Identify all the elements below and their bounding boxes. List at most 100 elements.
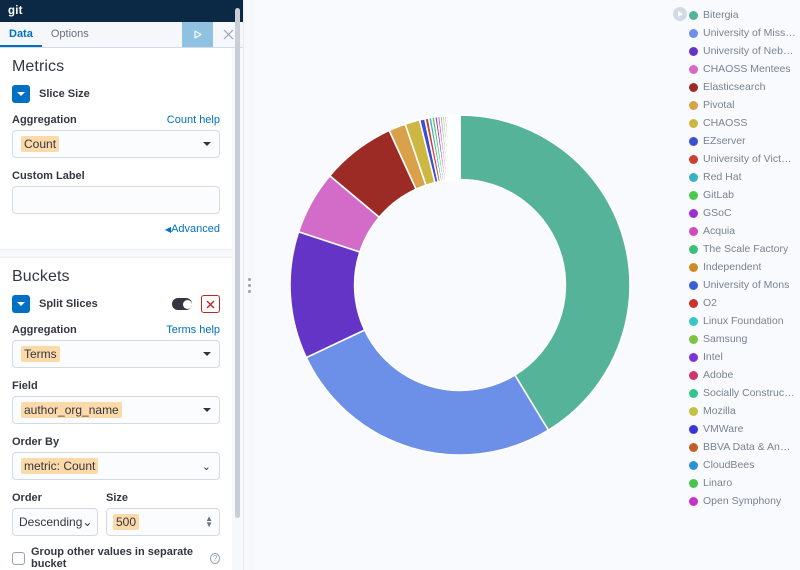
legend-item[interactable]: CloudBees xyxy=(689,456,796,474)
help-circle-icon[interactable]: ? xyxy=(210,552,220,564)
legend-item-label: CHAOSS xyxy=(703,117,748,129)
metrics-aggregation-value: Count xyxy=(21,136,60,152)
legend-item[interactable]: CHAOSS Mentees xyxy=(689,60,796,78)
buckets-order-label: Order xyxy=(12,492,42,504)
buckets-card: Buckets Split Slices Aggregation Terms h… xyxy=(0,257,232,570)
legend-item[interactable]: Open Symphony xyxy=(689,492,796,510)
caret-down-icon xyxy=(203,352,211,356)
legend-color-swatch xyxy=(689,460,698,470)
editor-scrollbar[interactable] xyxy=(235,8,240,518)
buckets-remove-button[interactable] xyxy=(201,295,220,313)
count-help-link[interactable]: Count help xyxy=(167,114,220,126)
apply-changes-button[interactable] xyxy=(182,22,213,47)
legend-item[interactable]: Pivotal xyxy=(689,96,796,114)
legend-item-label: CloudBees xyxy=(703,459,755,471)
buckets-size-label: Size xyxy=(106,492,129,504)
legend-color-swatch xyxy=(689,352,698,362)
metrics-custom-label-input[interactable] xyxy=(12,186,220,214)
buckets-order-label-row: Order xyxy=(12,492,98,504)
legend-item[interactable]: The Scale Factory xyxy=(689,240,796,258)
legend-item[interactable]: Independent xyxy=(689,258,796,276)
play-icon xyxy=(194,30,202,39)
legend-item[interactable]: EZserver xyxy=(689,132,796,150)
window-titlebar: git xyxy=(0,0,243,22)
legend-item-label: Mozilla xyxy=(703,405,736,417)
legend-item[interactable]: University of Victoria xyxy=(689,150,796,168)
donut-chart[interactable] xyxy=(260,85,660,485)
tab-options[interactable]: Options xyxy=(42,22,98,47)
group-other-values-checkbox[interactable] xyxy=(12,551,25,565)
buckets-field-label: Field xyxy=(12,380,38,392)
legend-item[interactable]: Linaro xyxy=(689,474,796,492)
donut-slice[interactable] xyxy=(458,114,461,181)
legend-item-label: CHAOSS Mentees xyxy=(703,63,791,75)
legend-item-label: University of Victoria xyxy=(703,153,796,165)
terms-help-link[interactable]: Terms help xyxy=(166,324,220,336)
legend-item-label: Red Hat xyxy=(703,171,742,183)
legend-item[interactable]: Elasticsearch xyxy=(689,78,796,96)
donut-slice[interactable] xyxy=(459,114,631,432)
chevron-down-icon xyxy=(17,302,25,306)
size-stepper[interactable]: ▲ ▼ xyxy=(205,515,213,529)
metrics-advanced-toggle[interactable]: ◀Advanced xyxy=(12,223,220,235)
legend-item[interactable]: Intel xyxy=(689,348,796,366)
buckets-size-input[interactable]: 500 ▲ ▼ xyxy=(106,508,220,536)
metrics-aggregation-row: Aggregation Count help xyxy=(12,114,220,126)
visualization-editor-app: git Data Options Metrics Slice Size Aggr… xyxy=(0,0,800,570)
metrics-aggregation-select[interactable]: Count xyxy=(12,130,220,158)
tab-data[interactable]: Data xyxy=(0,22,42,47)
legend-item[interactable]: University of Mons xyxy=(689,276,796,294)
buckets-size-col: Size 500 ▲ ▼ xyxy=(106,492,220,536)
buckets-aggregation-select[interactable]: Terms xyxy=(12,340,220,368)
legend-item-label: Elasticsearch xyxy=(703,81,766,93)
buckets-order-select[interactable]: Descending ⌄ xyxy=(12,508,98,536)
legend-item-label: University of Mons xyxy=(703,279,790,291)
legend-color-swatch xyxy=(689,10,698,20)
legend-item-label: Independent xyxy=(703,261,762,273)
legend-color-swatch xyxy=(689,334,698,344)
legend-color-swatch xyxy=(689,388,698,398)
buckets-size-label-row: Size xyxy=(106,492,220,504)
legend-item[interactable]: Socially Constructed xyxy=(689,384,796,402)
legend-item[interactable]: Bitergia xyxy=(689,6,796,24)
legend-item[interactable]: O2 xyxy=(689,294,796,312)
legend-item[interactable]: Mozilla xyxy=(689,402,796,420)
legend-item-label: Adobe xyxy=(703,369,734,381)
legend-item[interactable]: Linux Foundation xyxy=(689,312,796,330)
stepper-down-icon: ▼ xyxy=(205,520,213,529)
buckets-collapse-button[interactable] xyxy=(12,295,30,313)
metrics-title: Metrics xyxy=(12,58,65,75)
legend-item[interactable]: University of Missouri xyxy=(689,24,796,42)
buckets-order-by-select[interactable]: metric: Count ⌄ xyxy=(12,452,220,480)
donut-slice[interactable] xyxy=(305,328,550,456)
legend-color-swatch xyxy=(689,316,698,326)
legend-color-swatch xyxy=(689,298,698,308)
metrics-collapse-button[interactable] xyxy=(12,85,30,103)
buckets-spacer-2 xyxy=(12,424,220,436)
legend-color-swatch xyxy=(689,244,698,254)
tab-data-label: Data xyxy=(9,27,33,40)
buckets-disable-toggle[interactable] xyxy=(172,295,192,313)
legend-item[interactable]: CHAOSS xyxy=(689,114,796,132)
legend-item[interactable]: Red Hat xyxy=(689,168,796,186)
editor-scroll-area[interactable]: Metrics Slice Size Aggregation Count hel… xyxy=(0,48,243,570)
buckets-order-by-value: metric: Count xyxy=(21,458,99,474)
legend-item[interactable]: GitLab xyxy=(689,186,796,204)
legend-item[interactable]: Acquia xyxy=(689,222,796,240)
legend-color-swatch xyxy=(689,28,698,38)
legend-item[interactable]: University of Nebrask... xyxy=(689,42,796,60)
grip-dots-icon xyxy=(248,277,251,293)
buckets-order-by-label: Order By xyxy=(12,436,60,448)
legend-item[interactable]: VMWare xyxy=(689,420,796,438)
legend-item[interactable]: BBVA Data & Analytics xyxy=(689,438,796,456)
panel-resize-handle[interactable] xyxy=(243,0,255,570)
buckets-aggregation-label: Aggregation xyxy=(12,324,77,336)
buckets-field-select[interactable]: author_org_name xyxy=(12,396,220,424)
legend-item[interactable]: GSoC xyxy=(689,204,796,222)
close-icon xyxy=(206,300,215,308)
legend-item-label: The Scale Factory xyxy=(703,243,789,255)
legend-item[interactable]: Samsung xyxy=(689,330,796,348)
legend-expand-button[interactable] xyxy=(673,7,687,21)
legend-item[interactable]: Adobe xyxy=(689,366,796,384)
legend-color-swatch xyxy=(689,478,698,488)
